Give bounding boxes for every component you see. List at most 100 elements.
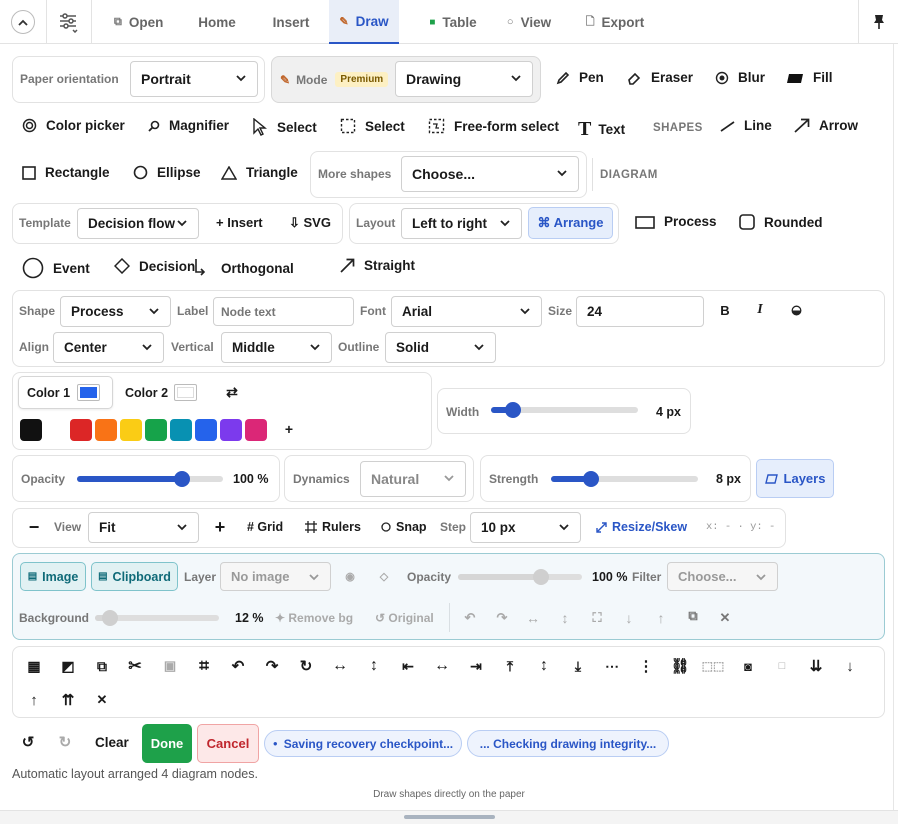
tab-home[interactable]: Home [187,0,247,44]
align-left-button[interactable]: ⇤ [395,653,421,679]
image-opacity-slider-thumb[interactable] [533,569,550,585]
fit-image-button[interactable]: ⛶ [584,605,610,631]
filter-select[interactable]: Choose... [667,562,778,591]
bring-to-front-button[interactable]: ⇈ [55,687,81,713]
flip-horizontal-button-2[interactable]: ↔ [327,653,353,679]
view-select[interactable]: Fit [88,512,199,543]
done-button[interactable]: Done [142,724,192,763]
footer-undo-button[interactable]: ↺ [15,729,41,755]
flip-vertical-button[interactable]: ↕ [552,605,578,631]
swap-colors-button[interactable]: ⇄ [219,379,245,405]
rounded-shape-tool[interactable]: Rounded [739,214,823,230]
snap-toggle[interactable]: Snap [381,520,427,534]
resize-skew-button[interactable]: Resize/Skew [596,520,687,534]
visibility-button[interactable]: ◉ [337,563,363,589]
cancel-button[interactable]: Cancel [197,724,259,763]
fill-tool[interactable]: Fill [786,70,833,85]
width-slider[interactable] [491,402,638,418]
more-shapes-select[interactable]: Choose... [401,156,579,192]
color-picker-tool[interactable]: Color picker [22,118,125,133]
color-swatch[interactable] [70,419,92,441]
link-button[interactable]: ⛓ [667,653,693,679]
align-top-button[interactable]: ⤒ [497,653,523,679]
outline-select[interactable]: Solid [385,332,496,363]
clear-button[interactable]: Clear [95,735,129,750]
bold-button[interactable]: B [712,297,738,323]
align-bottom-button[interactable]: ⤓ [565,653,591,679]
send-to-back-button[interactable]: ⇊ [803,653,829,679]
tab-insert[interactable]: Insert [260,0,322,44]
arrange-button[interactable]: ⌘ Arrange [528,207,613,239]
layer-select[interactable]: No image [220,562,331,591]
line-tool[interactable]: Line [720,118,772,133]
orthogonal-connector-tool[interactable]: Orthogonal [193,258,294,278]
ribbon-settings-button[interactable] [47,0,91,44]
opacity-slider[interactable] [77,471,223,487]
align-middle-button[interactable]: ↕ [531,653,557,679]
tab-draw[interactable]: ✎ Draw [329,0,399,44]
grid-toggle[interactable]: # Grid [247,520,283,534]
footer-redo-button[interactable]: ↻ [52,729,78,755]
group-button[interactable]: ◙ [735,653,761,679]
clipboard-button[interactable]: ▤ Clipboard [91,562,178,591]
bring-forward-button[interactable]: ↑ [648,605,674,631]
color-swatch[interactable] [245,419,267,441]
rotate-button[interactable]: ↻ [293,653,319,679]
send-backward-button[interactable]: ↓ [616,605,642,631]
align-right-button[interactable]: ⇥ [463,653,489,679]
straight-connector-tool[interactable]: Straight [340,258,415,273]
arrow-tool[interactable]: Arrow [794,118,858,133]
process-shape-tool[interactable]: Process [635,214,717,229]
rotate-left-button[interactable]: ↶ [457,605,483,631]
dynamics-select[interactable]: Natural [360,461,466,497]
color2-preview[interactable] [174,384,197,401]
duplicate-button[interactable]: ⧉ [89,653,115,679]
rotate-right-button[interactable]: ↷ [489,605,515,631]
grid-layout-button[interactable]: ▦ [21,653,47,679]
layout-select[interactable]: Left to right [401,208,522,239]
duplicate-image-button[interactable]: ⧉ [680,603,706,629]
strikethrough-button[interactable] [783,297,809,323]
delete-image-button[interactable]: ✕ [712,605,738,631]
undo-button[interactable]: ↶ [225,653,251,679]
remove-bg-button[interactable]: ✦ Remove bg [275,611,353,625]
delete-button[interactable]: ✕ [89,687,115,713]
width-slider-thumb[interactable] [505,402,522,418]
zoom-in-button[interactable]: + [207,514,233,540]
image-opacity-slider[interactable] [458,569,582,585]
align-center-button[interactable]: ↔ [429,653,455,679]
crop-button[interactable]: ⌗ [191,653,217,679]
flip-vertical-button-2[interactable]: ↕ [361,653,387,679]
color-swatch[interactable] [120,419,142,441]
opacity-slider-thumb[interactable] [174,471,191,487]
original-button[interactable]: ↺ Original [375,611,434,625]
rulers-toggle[interactable]: Rulers [305,520,361,534]
layers-button[interactable]: Layers [756,459,834,498]
color-swatch[interactable] [20,419,42,441]
color-swatch[interactable] [220,419,242,441]
tab-table[interactable]: ■ Table [420,0,486,44]
template-select[interactable]: Decision flow [77,208,199,239]
align-select[interactable]: Center [53,332,164,363]
contrast-button[interactable]: ◩ [55,653,81,679]
background-slider[interactable] [95,610,219,626]
redo-button[interactable]: ↷ [259,653,285,679]
zoom-out-button[interactable]: − [21,514,47,540]
collapse-button[interactable] [0,0,46,44]
ellipse-shape-tool[interactable]: Ellipse [133,165,201,180]
blur-tool[interactable]: Blur [715,70,765,85]
tab-open[interactable]: ⧉ Open [104,0,180,44]
pin-button[interactable] [859,0,898,44]
flip-horizontal-button[interactable]: ↔ [520,605,546,631]
color-swatch[interactable] [145,419,167,441]
background-slider-thumb[interactable] [101,610,118,626]
bring-forward-button-2[interactable]: ↑ [21,687,47,713]
step-select[interactable]: 10 px [470,512,581,543]
magnifier-tool[interactable]: Magnifier [147,118,229,133]
paper-orientation-select[interactable]: Portrait [130,61,258,97]
distribute-vertical-button[interactable]: ⋮ [633,653,659,679]
add-color-button[interactable]: + [276,416,302,442]
node-label-input[interactable] [213,297,354,326]
anchor-button[interactable]: ◇ [371,563,397,589]
mode-select[interactable]: Drawing [395,61,533,97]
